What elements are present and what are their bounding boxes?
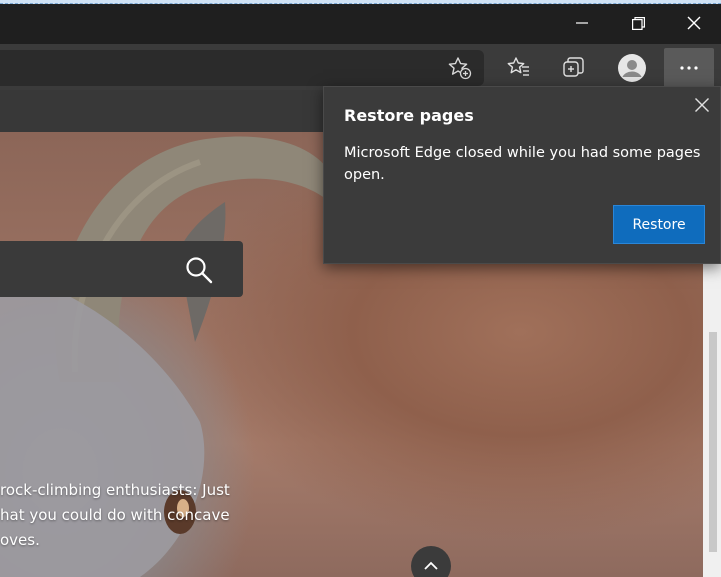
search-box[interactable] bbox=[0, 241, 243, 297]
profile-button[interactable] bbox=[612, 48, 652, 88]
close-window-button[interactable] bbox=[665, 4, 721, 42]
favorites-button[interactable] bbox=[499, 48, 539, 88]
flyout-title: Restore pages bbox=[344, 106, 474, 125]
restore-window-icon bbox=[631, 16, 645, 30]
star-add-icon bbox=[448, 57, 472, 80]
minimize-button[interactable] bbox=[553, 4, 611, 42]
browser-window: rock-climbing enthusiasts: Just hat you … bbox=[0, 0, 721, 577]
close-icon bbox=[687, 16, 701, 30]
restore-button[interactable]: Restore bbox=[613, 205, 705, 244]
profile-avatar-icon bbox=[618, 54, 646, 82]
browser-toolbar bbox=[0, 44, 721, 90]
chevron-up-icon bbox=[424, 561, 438, 570]
restore-pages-flyout: Restore pages Microsoft Edge closed whil… bbox=[323, 86, 721, 264]
collections-icon bbox=[563, 57, 584, 77]
search-icon[interactable] bbox=[184, 255, 214, 285]
title-bar bbox=[0, 4, 721, 44]
close-icon bbox=[695, 98, 709, 112]
address-bar[interactable] bbox=[0, 50, 484, 86]
collections-button[interactable] bbox=[554, 48, 594, 88]
add-favorite-button[interactable] bbox=[440, 48, 480, 88]
favorites-list-icon bbox=[507, 57, 529, 76]
image-caption[interactable]: rock-climbing enthusiasts: Just hat you … bbox=[0, 478, 260, 553]
flyout-message: Microsoft Edge closed while you had some… bbox=[344, 145, 701, 183]
scrollbar-thumb[interactable] bbox=[709, 332, 717, 552]
restore-window-button[interactable] bbox=[609, 4, 667, 42]
flyout-close-button[interactable] bbox=[692, 95, 712, 115]
minimize-icon bbox=[576, 22, 588, 24]
more-button[interactable] bbox=[664, 48, 714, 88]
more-dots-icon bbox=[680, 66, 698, 70]
